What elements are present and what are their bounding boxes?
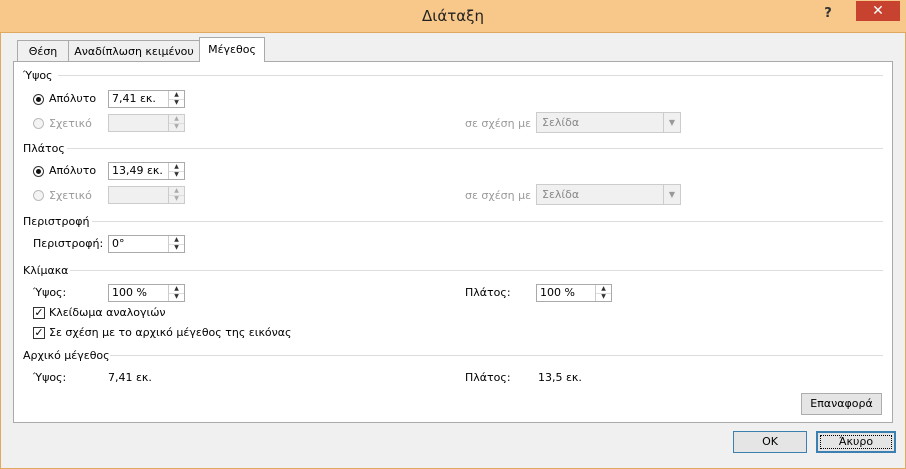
height-absolute-value: 7,41 εκ. [112, 92, 156, 105]
original-width-label: Πλάτος: [465, 371, 511, 384]
cancel-button[interactable]: Άκυρο [816, 431, 896, 453]
tab-size[interactable]: Μέγεθος [199, 37, 265, 62]
original-size-section-title: Αρχικό μέγεθος [23, 349, 110, 362]
width-absolute-value: 13,49 εκ. [112, 164, 163, 177]
scale-height-value: 100 % [112, 286, 147, 299]
width-relative-to-select[interactable]: Σελίδα ▼ [536, 184, 681, 205]
divider [70, 270, 883, 271]
scale-section-title: Κλίμακα [23, 264, 69, 277]
chevron-down-icon: ▼ [663, 113, 680, 132]
width-relative-to-label: σε σχέση με [465, 189, 532, 202]
window-title: Διάταξη [421, 7, 484, 25]
width-absolute-radio[interactable] [33, 166, 44, 177]
rotation-spinner[interactable]: 0° ▲ ▼ [108, 235, 185, 253]
divider [58, 75, 883, 76]
height-relative-label: Σχετικό [49, 117, 92, 130]
spin-down-icon[interactable]: ▼ [169, 293, 184, 301]
close-button[interactable]: ✕ [856, 1, 900, 21]
width-relative-label: Σχετικό [49, 189, 92, 202]
ok-button[interactable]: OK [733, 431, 807, 453]
help-button[interactable]: ? [818, 4, 838, 24]
spin-down-icon[interactable]: ▼ [169, 195, 184, 203]
height-relative-radio[interactable] [33, 118, 44, 129]
height-relative-to-label: σε σχέση με [465, 117, 532, 130]
relative-original-label: Σε σχέση με το αρχικό μέγεθος της εικόνα… [49, 326, 292, 339]
rotation-label: Περιστροφή: [33, 237, 104, 250]
spin-down-icon[interactable]: ▼ [169, 244, 184, 252]
tab-text-wrapping[interactable]: Αναδίπλωση κειμένου [68, 40, 200, 61]
width-relative-spinner[interactable]: ▲ ▼ [108, 186, 185, 204]
tab-position[interactable]: Θέση [17, 40, 69, 61]
spin-down-icon[interactable]: ▼ [169, 99, 184, 107]
original-width-value: 13,5 εκ. [538, 371, 582, 384]
divider [67, 148, 883, 149]
scale-height-spinner[interactable]: 100 % ▲ ▼ [108, 284, 185, 302]
scale-height-label: Ύψος: [33, 286, 67, 299]
width-absolute-spinner[interactable]: 13,49 εκ. ▲ ▼ [108, 162, 185, 180]
spin-down-icon[interactable]: ▼ [596, 293, 611, 301]
height-section-title: Ύψος [23, 69, 53, 82]
rotation-value: 0° [112, 237, 125, 250]
chevron-down-icon: ▼ [663, 185, 680, 204]
divider [92, 221, 883, 222]
width-relative-radio[interactable] [33, 190, 44, 201]
width-absolute-label: Απόλυτο [49, 164, 97, 177]
spin-down-icon[interactable]: ▼ [169, 171, 184, 179]
height-relative-spinner[interactable]: ▲ ▼ [108, 114, 185, 132]
scale-width-spinner[interactable]: 100 % ▲ ▼ [536, 284, 612, 302]
lock-aspect-checkbox[interactable]: ✓ [33, 307, 45, 319]
relative-original-checkbox[interactable]: ✓ [33, 327, 45, 339]
original-height-value: 7,41 εκ. [108, 371, 152, 384]
scale-width-value: 100 % [540, 286, 575, 299]
height-absolute-spinner[interactable]: 7,41 εκ. ▲ ▼ [108, 90, 185, 108]
scale-width-label: Πλάτος: [465, 286, 511, 299]
height-absolute-radio[interactable] [33, 94, 44, 105]
divider [110, 355, 883, 356]
width-section-title: Πλάτος [23, 142, 65, 155]
original-height-label: Ύψος: [33, 371, 67, 384]
reset-button[interactable]: Επαναφορά [801, 393, 882, 415]
rotation-section-title: Περιστροφή [23, 215, 90, 228]
height-relative-to-select[interactable]: Σελίδα ▼ [536, 112, 681, 133]
spin-down-icon[interactable]: ▼ [169, 123, 184, 131]
lock-aspect-label: Κλείδωμα αναλογιών [49, 306, 166, 319]
width-relative-to-value: Σελίδα [542, 188, 580, 201]
height-relative-to-value: Σελίδα [542, 116, 580, 129]
focus-ring [820, 435, 892, 449]
height-absolute-label: Απόλυτο [49, 92, 97, 105]
